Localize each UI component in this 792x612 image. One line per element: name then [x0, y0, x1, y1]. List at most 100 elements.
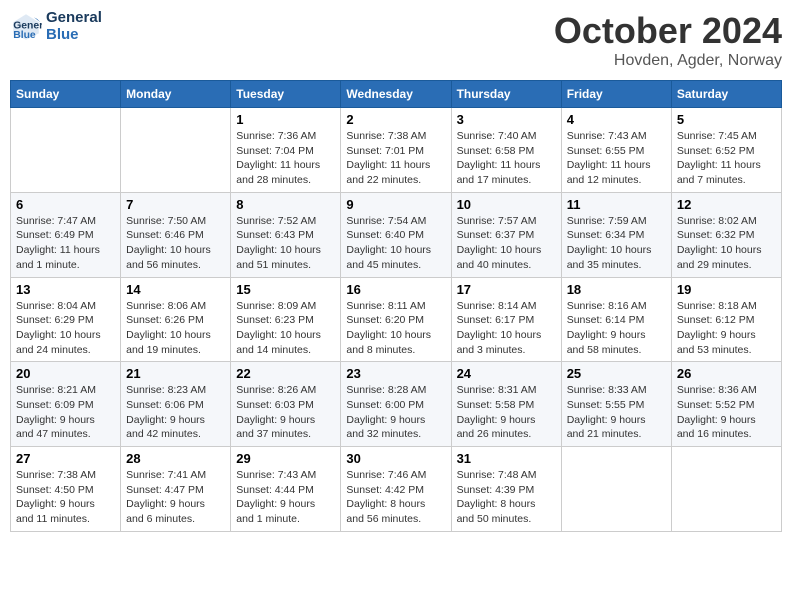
sunset-text: Sunset: 6:17 PM	[457, 313, 556, 328]
day-number: 9	[346, 197, 445, 212]
sunset-text: Sunset: 6:43 PM	[236, 228, 335, 243]
column-header-sunday: Sunday	[11, 81, 121, 108]
daylight-text: Daylight: 10 hours and 35 minutes.	[567, 243, 666, 272]
daylight-text: Daylight: 9 hours and 1 minute.	[236, 497, 335, 526]
day-number: 22	[236, 366, 335, 381]
day-info: Sunrise: 7:47 AMSunset: 6:49 PMDaylight:…	[16, 214, 115, 273]
calendar-cell	[11, 108, 121, 193]
sunrise-text: Sunrise: 8:14 AM	[457, 299, 556, 314]
sunrise-text: Sunrise: 8:16 AM	[567, 299, 666, 314]
day-info: Sunrise: 7:48 AMSunset: 4:39 PMDaylight:…	[457, 468, 556, 527]
sunrise-text: Sunrise: 8:31 AM	[457, 383, 556, 398]
day-info: Sunrise: 8:16 AMSunset: 6:14 PMDaylight:…	[567, 299, 666, 358]
calendar-cell: 24Sunrise: 8:31 AMSunset: 5:58 PMDayligh…	[451, 362, 561, 447]
calendar-cell: 6 Sunrise: 7:47 AMSunset: 6:49 PMDaylight…	[11, 192, 121, 277]
daylight-text: Daylight: 10 hours and 19 minutes.	[126, 328, 225, 357]
day-number: 26	[677, 366, 776, 381]
calendar-cell: 23Sunrise: 8:28 AMSunset: 6:00 PMDayligh…	[341, 362, 451, 447]
daylight-text: Daylight: 8 hours and 50 minutes.	[457, 497, 556, 526]
location: Hovden, Agder, Norway	[554, 52, 782, 70]
sunset-text: Sunset: 6:49 PM	[16, 228, 115, 243]
daylight-text: Daylight: 10 hours and 14 minutes.	[236, 328, 335, 357]
calendar-cell: 29Sunrise: 7:43 AMSunset: 4:44 PMDayligh…	[231, 447, 341, 532]
calendar-cell: 20Sunrise: 8:21 AMSunset: 6:09 PMDayligh…	[11, 362, 121, 447]
sunrise-text: Sunrise: 7:41 AM	[126, 468, 225, 483]
calendar-cell: 13Sunrise: 8:04 AMSunset: 6:29 PMDayligh…	[11, 277, 121, 362]
sunrise-text: Sunrise: 8:28 AM	[346, 383, 445, 398]
day-number: 15	[236, 282, 335, 297]
calendar-cell: 15Sunrise: 8:09 AMSunset: 6:23 PMDayligh…	[231, 277, 341, 362]
sunset-text: Sunset: 6:03 PM	[236, 398, 335, 413]
day-number: 12	[677, 197, 776, 212]
day-info: Sunrise: 8:06 AMSunset: 6:26 PMDaylight:…	[126, 299, 225, 358]
sunset-text: Sunset: 5:52 PM	[677, 398, 776, 413]
sunrise-text: Sunrise: 7:54 AM	[346, 214, 445, 229]
day-info: Sunrise: 8:31 AMSunset: 5:58 PMDaylight:…	[457, 383, 556, 442]
daylight-text: Daylight: 11 hours and 28 minutes.	[236, 158, 335, 187]
calendar-cell: 16Sunrise: 8:11 AMSunset: 6:20 PMDayligh…	[341, 277, 451, 362]
day-info: Sunrise: 8:21 AMSunset: 6:09 PMDaylight:…	[16, 383, 115, 442]
sunrise-text: Sunrise: 7:57 AM	[457, 214, 556, 229]
calendar-cell: 14Sunrise: 8:06 AMSunset: 6:26 PMDayligh…	[121, 277, 231, 362]
sunset-text: Sunset: 4:47 PM	[126, 483, 225, 498]
sunset-text: Sunset: 6:26 PM	[126, 313, 225, 328]
sunrise-text: Sunrise: 8:23 AM	[126, 383, 225, 398]
day-number: 2	[346, 112, 445, 127]
daylight-text: Daylight: 10 hours and 51 minutes.	[236, 243, 335, 272]
daylight-text: Daylight: 11 hours and 17 minutes.	[457, 158, 556, 187]
sunrise-text: Sunrise: 8:02 AM	[677, 214, 776, 229]
daylight-text: Daylight: 9 hours and 21 minutes.	[567, 413, 666, 442]
sunset-text: Sunset: 5:58 PM	[457, 398, 556, 413]
calendar-cell: 27Sunrise: 7:38 AMSunset: 4:50 PMDayligh…	[11, 447, 121, 532]
sunset-text: Sunset: 4:44 PM	[236, 483, 335, 498]
day-info: Sunrise: 7:40 AMSunset: 6:58 PMDaylight:…	[457, 129, 556, 188]
day-info: Sunrise: 8:18 AMSunset: 6:12 PMDaylight:…	[677, 299, 776, 358]
daylight-text: Daylight: 10 hours and 40 minutes.	[457, 243, 556, 272]
day-info: Sunrise: 7:50 AMSunset: 6:46 PMDaylight:…	[126, 214, 225, 273]
column-header-monday: Monday	[121, 81, 231, 108]
day-number: 8	[236, 197, 335, 212]
daylight-text: Daylight: 11 hours and 7 minutes.	[677, 158, 776, 187]
column-header-saturday: Saturday	[671, 81, 781, 108]
day-number: 25	[567, 366, 666, 381]
calendar-cell	[121, 108, 231, 193]
sunrise-text: Sunrise: 7:36 AM	[236, 129, 335, 144]
calendar-cell: 30Sunrise: 7:46 AMSunset: 4:42 PMDayligh…	[341, 447, 451, 532]
sunset-text: Sunset: 6:34 PM	[567, 228, 666, 243]
sunset-text: Sunset: 6:46 PM	[126, 228, 225, 243]
daylight-text: Daylight: 9 hours and 47 minutes.	[16, 413, 115, 442]
month-title: October 2024	[554, 10, 782, 52]
sunrise-text: Sunrise: 7:59 AM	[567, 214, 666, 229]
day-number: 28	[126, 451, 225, 466]
calendar-cell: 5Sunrise: 7:45 AMSunset: 6:52 PMDaylight…	[671, 108, 781, 193]
day-number: 11	[567, 197, 666, 212]
calendar-cell: 9Sunrise: 7:54 AMSunset: 6:40 PMDaylight…	[341, 192, 451, 277]
day-number: 6	[16, 197, 115, 212]
sunrise-text: Sunrise: 7:40 AM	[457, 129, 556, 144]
sunset-text: Sunset: 6:12 PM	[677, 313, 776, 328]
calendar-cell: 2Sunrise: 7:38 AMSunset: 7:01 PMDaylight…	[341, 108, 451, 193]
logo-icon: General Blue	[10, 11, 42, 43]
sunrise-text: Sunrise: 7:46 AM	[346, 468, 445, 483]
sunset-text: Sunset: 6:52 PM	[677, 144, 776, 159]
daylight-text: Daylight: 10 hours and 45 minutes.	[346, 243, 445, 272]
sunrise-text: Sunrise: 7:43 AM	[567, 129, 666, 144]
sunset-text: Sunset: 6:09 PM	[16, 398, 115, 413]
calendar-cell: 22Sunrise: 8:26 AMSunset: 6:03 PMDayligh…	[231, 362, 341, 447]
daylight-text: Daylight: 9 hours and 26 minutes.	[457, 413, 556, 442]
svg-text:Blue: Blue	[13, 30, 36, 41]
day-info: Sunrise: 7:52 AMSunset: 6:43 PMDaylight:…	[236, 214, 335, 273]
calendar-week-2: 6 Sunrise: 7:47 AMSunset: 6:49 PMDaylight…	[11, 192, 782, 277]
day-number: 21	[126, 366, 225, 381]
calendar-week-5: 27Sunrise: 7:38 AMSunset: 4:50 PMDayligh…	[11, 447, 782, 532]
day-number: 29	[236, 451, 335, 466]
day-info: Sunrise: 7:41 AMSunset: 4:47 PMDaylight:…	[126, 468, 225, 527]
day-info: Sunrise: 7:36 AMSunset: 7:04 PMDaylight:…	[236, 129, 335, 188]
day-info: Sunrise: 7:43 AMSunset: 6:55 PMDaylight:…	[567, 129, 666, 188]
day-info: Sunrise: 8:36 AMSunset: 5:52 PMDaylight:…	[677, 383, 776, 442]
sunrise-text: Sunrise: 7:38 AM	[346, 129, 445, 144]
column-header-tuesday: Tuesday	[231, 81, 341, 108]
sunrise-text: Sunrise: 8:33 AM	[567, 383, 666, 398]
calendar-cell: 8 Sunrise: 7:52 AMSunset: 6:43 PMDaylight…	[231, 192, 341, 277]
day-number: 7	[126, 197, 225, 212]
